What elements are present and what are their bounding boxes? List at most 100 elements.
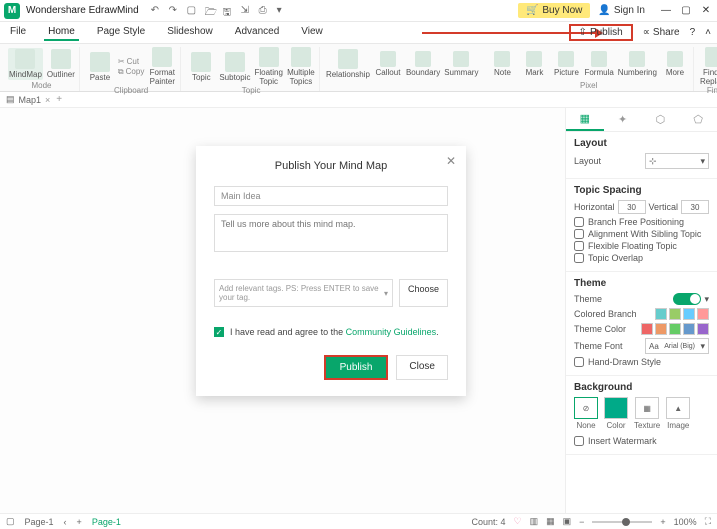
topic-overlap-checkbox[interactable]: Topic Overlap (574, 253, 709, 263)
numbering-button[interactable]: Numbering (618, 51, 657, 77)
topic-button[interactable]: Topic (187, 52, 215, 82)
floating-topic-button[interactable]: Floating Topic (254, 47, 282, 86)
outliner-button[interactable]: Outliner (47, 49, 75, 79)
open-icon[interactable]: 🗁 (205, 5, 217, 17)
mindmap-button[interactable]: MindMap (8, 48, 43, 80)
main-idea-input[interactable] (214, 186, 448, 206)
outliner-icon (51, 49, 71, 69)
export-icon[interactable]: ⇲ (241, 5, 253, 17)
view-icon-1[interactable]: ▥ (530, 516, 539, 527)
minimize-button[interactable]: — (659, 5, 673, 16)
menu-page-style[interactable]: Page Style (93, 24, 149, 41)
flexible-floating-checkbox[interactable]: Flexible Floating Topic (574, 241, 709, 251)
theme-header: Theme (574, 278, 709, 289)
print-icon[interactable]: ⎙ (259, 5, 271, 17)
dialog-close-icon[interactable]: ✕ (446, 154, 456, 168)
watermark-checkbox[interactable]: Insert Watermark (574, 436, 709, 446)
formula-button[interactable]: Formula (584, 51, 613, 77)
zoom-out-icon[interactable]: − (579, 517, 584, 527)
none-icon: ⊘ (574, 397, 598, 419)
agree-checkbox[interactable]: ✓ (214, 327, 224, 337)
theme-font-select[interactable]: AaArial (Big)▾ (645, 338, 709, 354)
fullscreen-icon[interactable]: ⛶ (705, 516, 711, 527)
menu-file[interactable]: File (6, 24, 30, 41)
panel-tab-style[interactable]: ✦ (604, 108, 642, 131)
view-icon-2[interactable]: ▦ (546, 516, 555, 527)
bg-none[interactable]: ⊘None (574, 397, 598, 430)
bg-color[interactable]: Color (604, 397, 628, 430)
panel-tab-icons[interactable]: ⬡ (642, 108, 680, 131)
zoom-in-icon[interactable]: + (660, 517, 665, 527)
sign-in-button[interactable]: 👤 Sign In (598, 5, 645, 16)
outline-view-icon[interactable]: ▢ (6, 516, 15, 527)
publish-button[interactable]: Publish (324, 355, 389, 380)
vertical-spinner[interactable]: 30 (681, 200, 709, 214)
bg-texture[interactable]: ▦Texture (634, 397, 660, 430)
redo-icon[interactable]: ↷ (169, 5, 181, 17)
boundary-button[interactable]: Boundary (406, 51, 440, 77)
note-button[interactable]: Note (488, 51, 516, 77)
tags-input[interactable]: Add relevant tags. PS: Press ENTER to sa… (214, 279, 393, 307)
panel-tab-cliparts[interactable]: ⬠ (679, 108, 717, 131)
paste-button[interactable]: Paste (86, 52, 114, 82)
collapse-ribbon-icon[interactable]: ˄ (705, 27, 711, 38)
close-window-button[interactable]: ✕ (699, 5, 713, 16)
view-icon-3[interactable]: ▣ (563, 516, 572, 527)
hand-drawn-checkbox[interactable]: Hand-Drawn Style (574, 357, 709, 367)
help-icon[interactable]: ? (690, 27, 696, 38)
align-sibling-checkbox[interactable]: Alignment With Sibling Topic (574, 229, 709, 239)
chevron-down-icon[interactable]: ▾ (704, 294, 709, 305)
undo-icon[interactable]: ↶ (151, 5, 163, 17)
branch-free-checkbox[interactable]: Branch Free Positioning (574, 217, 709, 227)
maximize-button[interactable]: ▢ (679, 5, 693, 16)
publish-button-top[interactable]: ⇧ Publish (569, 24, 633, 41)
bg-image[interactable]: ▲Image (666, 397, 690, 430)
new-icon[interactable]: ▢ (187, 5, 199, 17)
branch-swatches[interactable] (655, 308, 709, 320)
theme-color-swatches[interactable] (641, 323, 709, 335)
status-page-selected[interactable]: Page-1 (92, 517, 121, 527)
prev-page-icon[interactable]: ‹ (64, 517, 67, 527)
mark-icon (526, 51, 542, 67)
menu-slideshow[interactable]: Slideshow (163, 24, 217, 41)
copy-button[interactable]: ⧉Copy (118, 67, 144, 77)
more-icon[interactable]: ▾ (277, 5, 289, 17)
chevron-down-icon: ▾ (700, 341, 705, 352)
close-button[interactable]: Close (396, 355, 448, 380)
picture-button[interactable]: Picture (552, 51, 580, 77)
theme-toggle[interactable] (673, 293, 701, 305)
buy-now-button[interactable]: 🛒 Buy Now (518, 3, 590, 18)
description-input[interactable] (214, 214, 448, 252)
menu-advanced[interactable]: Advanced (231, 24, 283, 41)
cut-button[interactable]: ✂Cut (118, 57, 144, 66)
menu-view[interactable]: View (297, 24, 327, 41)
find-replace-button[interactable]: Find & Replace (700, 47, 717, 86)
choose-button[interactable]: Choose (399, 279, 448, 307)
horizontal-spinner[interactable]: 30 (618, 200, 646, 214)
subtopic-button[interactable]: Subtopic (219, 52, 250, 82)
menu-home[interactable]: Home (44, 24, 79, 41)
close-tab-icon[interactable]: × (45, 95, 50, 105)
add-page-icon[interactable]: + (77, 517, 82, 527)
mark-button[interactable]: Mark (520, 51, 548, 77)
multiple-topics-button[interactable]: Multiple Topics (287, 47, 315, 86)
zoom-value[interactable]: 100% (674, 517, 697, 527)
doc-tab-map1[interactable]: ▤ Map1 × (6, 94, 50, 105)
callout-button[interactable]: Callout (374, 51, 402, 77)
summary-button[interactable]: Summary (444, 51, 478, 77)
theme-label: Theme (574, 294, 602, 304)
formula-icon (591, 51, 607, 67)
format-painter-button[interactable]: Format Painter (148, 47, 176, 86)
community-guidelines-link[interactable]: Community Guidelines (346, 327, 437, 337)
status-page[interactable]: Page-1 (25, 517, 54, 527)
panel-tab-layout[interactable]: ▦ (566, 108, 604, 131)
layout-select[interactable]: ⊹▾ (645, 153, 709, 169)
callout-icon (380, 51, 396, 67)
love-icon[interactable]: ♡ (514, 516, 522, 527)
more-button[interactable]: More (661, 51, 689, 77)
add-tab-button[interactable]: + (56, 94, 62, 105)
share-button[interactable]: ∝ Share (643, 27, 680, 38)
zoom-slider[interactable] (592, 521, 652, 523)
save-icon[interactable]: 🖫 (223, 5, 235, 17)
relationship-button[interactable]: Relationship (326, 49, 370, 79)
